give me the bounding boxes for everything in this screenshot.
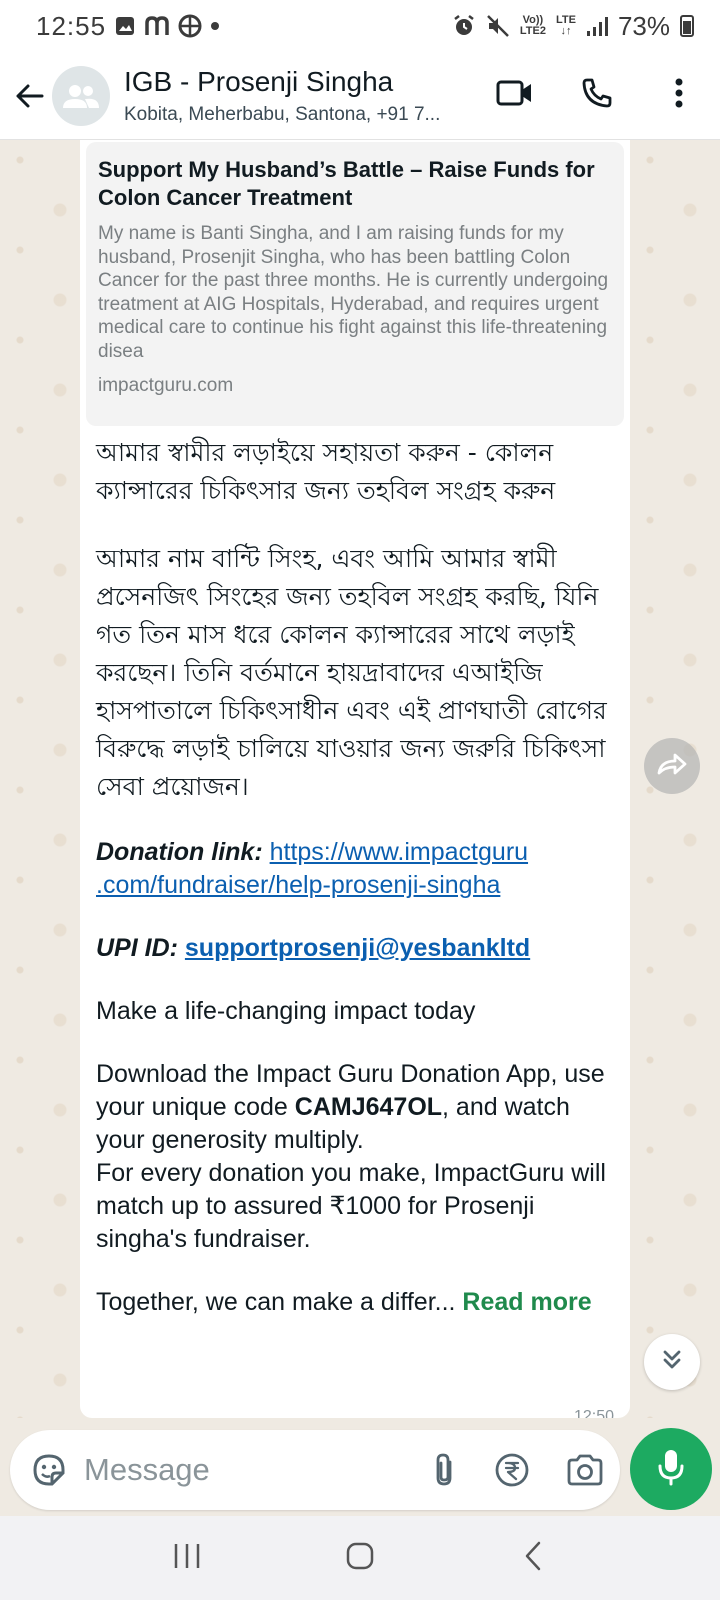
upi-id-link[interactable]: supportprosenji@yesbankltd: [185, 934, 530, 962]
home-icon: [345, 1541, 375, 1576]
bengali-body: আমার নাম বান্টি সিংহ, এবং আমি আমার স্বাম…: [96, 544, 607, 801]
link-preview-description: My name is Banti Singha, and I am raisin…: [98, 223, 609, 362]
voice-call-button[interactable]: [556, 52, 638, 140]
link-preview-domain: impactguru.com: [98, 375, 234, 396]
football-notification-icon: [178, 14, 202, 38]
scroll-to-bottom-button[interactable]: [644, 1334, 700, 1390]
volte-indicator: Vo)) LTE2: [519, 14, 546, 37]
forward-icon: [655, 751, 689, 782]
message-composer: [10, 1430, 620, 1510]
phone-call-icon: [581, 77, 613, 114]
camera-icon[interactable]: [566, 1453, 604, 1487]
donation-line: Donation link: https://www.impactguru .co…: [96, 836, 614, 902]
message-time: 12:50: [573, 1408, 614, 1418]
sticker-icon[interactable]: [30, 1451, 68, 1489]
link-preview-card[interactable]: Support My Husband’s Battle – Raise Fund…: [86, 142, 624, 426]
match-text: For every donation you make, ImpactGuru …: [96, 1159, 606, 1253]
recent-apps-button[interactable]: [147, 1528, 227, 1588]
group-avatar-icon[interactable]: [52, 65, 110, 126]
read-more-link[interactable]: Read more: [462, 1288, 591, 1316]
battery-icon: [680, 15, 694, 37]
battery-percent: 73%: [617, 10, 670, 41]
gallery-notification-icon: [114, 15, 136, 37]
video-call-button[interactable]: [474, 52, 556, 140]
home-button[interactable]: [320, 1528, 400, 1588]
upi-label: UPI ID:: [96, 934, 178, 962]
chat-header: IGB - Prosenji Singha Kobita, Meherbabu,…: [0, 52, 720, 140]
chat-area[interactable]: Support My Husband’s Battle – Raise Fund…: [0, 140, 720, 1418]
more-options-button[interactable]: [638, 52, 720, 140]
signal-icon: [586, 15, 608, 37]
double-chevron-down-icon: [660, 1348, 684, 1377]
mic-icon: [656, 1447, 686, 1492]
message-text: আমার স্বামীর লড়াইয়ে সহায়তা করুন - কোল…: [86, 426, 624, 1319]
status-time: 12:55: [36, 10, 107, 41]
system-nav-bar: [0, 1516, 720, 1600]
m-app-notification-icon: [144, 15, 170, 37]
recent-apps-icon: [172, 1542, 202, 1575]
back-nav-button[interactable]: [493, 1528, 573, 1588]
back-chevron-icon: [523, 1540, 543, 1577]
link-preview-title: Support My Husband’s Battle – Raise Fund…: [98, 157, 595, 210]
together-line: Together, we can make a differ... Read m…: [96, 1288, 592, 1316]
bengali-title: আমার স্বামীর লড়াইয়ে সহায়তা করুন - কোল…: [96, 438, 556, 505]
alarm-icon: [452, 14, 476, 38]
chat-name: IGB - Prosenji Singha: [124, 65, 394, 97]
lte-indicator: LTE ↓↑: [555, 14, 576, 37]
mute-icon: [486, 14, 510, 38]
forward-button[interactable]: [644, 738, 700, 794]
more-vert-icon: [675, 78, 683, 113]
voice-message-button[interactable]: [630, 1428, 712, 1510]
message-bubble[interactable]: Support My Husband’s Battle – Raise Fund…: [80, 140, 630, 1418]
unique-code: CAMJ647OL: [294, 1093, 443, 1121]
chat-members: Kobita, Meherbabu, Santona, +91 7...: [124, 103, 441, 125]
impact-line: Make a life-changing impact today: [96, 997, 476, 1025]
chat-title-block[interactable]: IGB - Prosenji Singha Kobita, Meherbabu,…: [124, 66, 474, 126]
rupee-icon[interactable]: [494, 1452, 530, 1488]
upi-line: UPI ID: supportprosenji@yesbankltd: [96, 932, 614, 965]
download-text: Download the Impact Guru Donation App, u…: [96, 1060, 605, 1154]
paperclip-icon[interactable]: [432, 1452, 458, 1488]
video-call-icon: [496, 78, 534, 113]
back-arrow-icon[interactable]: [2, 52, 56, 140]
message-input[interactable]: [84, 1452, 384, 1488]
dot-notification-icon: [210, 21, 220, 31]
donation-label: Donation link:: [96, 838, 263, 866]
status-bar: 12:55 Vo)) LTE2 LTE ↓↑ 73%: [0, 0, 720, 52]
